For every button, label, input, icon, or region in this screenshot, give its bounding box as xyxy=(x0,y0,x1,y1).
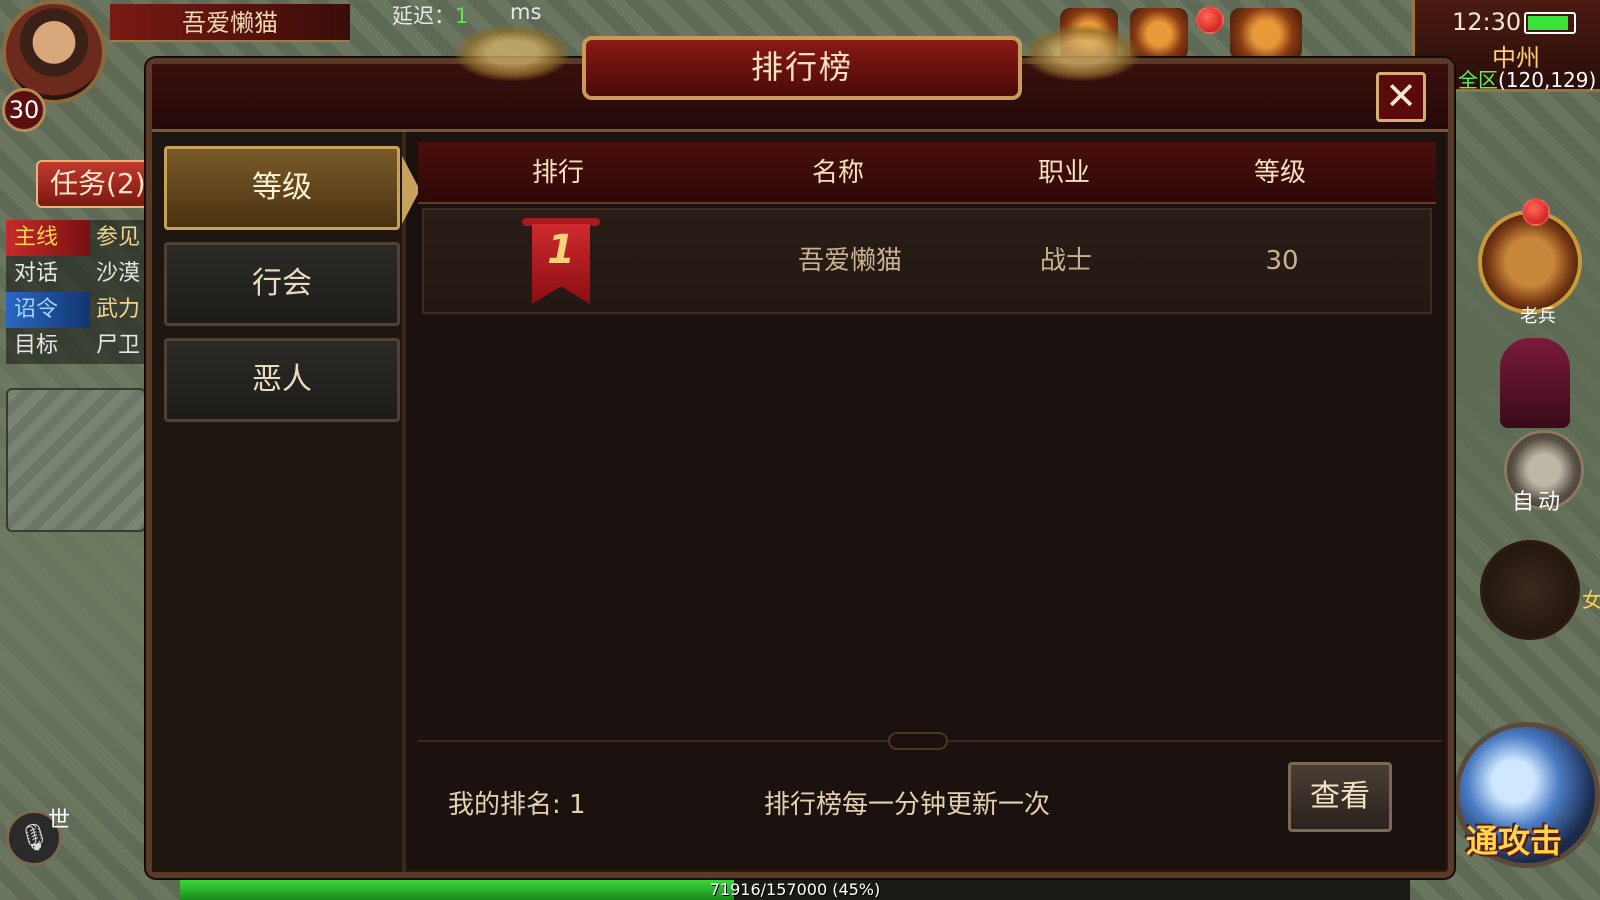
task-button[interactable]: 任务(2) xyxy=(36,160,148,208)
player-level-cell: 30 xyxy=(1265,246,1299,276)
veteran-box-label: 老兵 xyxy=(1520,306,1556,327)
tab-villain[interactable]: 恶人 xyxy=(164,338,400,422)
task-tag: 对话 xyxy=(6,256,90,292)
column-name: 名称 xyxy=(811,158,864,188)
rank-ribbon-icon: 1 xyxy=(522,218,600,304)
view-button[interactable]: 查看 xyxy=(1288,762,1392,832)
table-row[interactable]: 1 吾爱懒猫 战士 30 xyxy=(422,208,1432,314)
task-text: 尸卫 xyxy=(90,328,146,364)
task-row[interactable]: 对话 沙漠 xyxy=(6,256,146,292)
task-row[interactable]: 诏令 武力 xyxy=(6,292,146,328)
skill-side-text: 女 xyxy=(1582,588,1600,612)
experience-bar: 71916/157000 (45%) xyxy=(180,878,1410,900)
column-class: 职业 xyxy=(1037,158,1090,188)
coordinates-area: 全区 xyxy=(1458,68,1498,92)
player-name-cell: 吾爱懒猫 xyxy=(797,246,902,276)
task-text: 沙漠 xyxy=(90,256,146,292)
player-name: 吾爱懒猫 xyxy=(110,4,350,42)
chat-channel-label: 世 xyxy=(48,808,71,833)
dragon-ornament-icon xyxy=(452,24,572,82)
tab-guild[interactable]: 行会 xyxy=(164,242,400,326)
tab-level[interactable]: 等级 xyxy=(164,146,400,230)
task-text: 武力 xyxy=(90,292,146,328)
player-level-badge: 30 xyxy=(2,88,46,132)
ranking-table: 排行 名称 职业 等级 1 吾爱懒猫 战士 30 xyxy=(418,132,1436,740)
footer: 我的排名: 1 排行榜每一分钟更新一次 查看 xyxy=(418,754,1436,864)
close-icon: ✕ xyxy=(1385,74,1417,118)
battery-icon xyxy=(1524,12,1576,34)
category-sidebar: 等级 行会 恶人 xyxy=(152,132,406,872)
update-note: 排行榜每一分钟更新一次 xyxy=(764,790,1051,820)
column-rank: 排行 xyxy=(531,158,584,188)
task-tag: 诏令 xyxy=(6,292,90,328)
experience-text: 71916/157000 (45%) xyxy=(709,880,881,899)
task-tag: 主线 xyxy=(6,220,90,256)
player-class-cell: 战士 xyxy=(1039,246,1092,276)
skill-slot[interactable] xyxy=(1480,540,1580,640)
left-panel-minimap[interactable] xyxy=(6,388,146,532)
task-text: 参见 xyxy=(90,220,146,256)
my-rank-text: 我的排名: 1 xyxy=(448,790,586,820)
task-tracker[interactable]: 主线 参见 对话 沙漠 诏令 武力 目标 尸卫 xyxy=(6,220,146,364)
attack-label: 通攻击 xyxy=(1466,822,1563,860)
latency-label: 延迟： xyxy=(392,4,455,28)
table-header: 排行 名称 职业 等级 xyxy=(418,142,1436,204)
column-level: 等级 xyxy=(1253,158,1306,188)
task-row[interactable]: 主线 参见 xyxy=(6,220,146,256)
notification-dot-icon xyxy=(1522,198,1550,226)
rank-number: 1 xyxy=(547,227,575,273)
divider-ornament-icon xyxy=(888,732,948,750)
clock: 12:30 xyxy=(1452,8,1522,36)
coordinates-value: (120,129) xyxy=(1498,68,1597,92)
dragon-ornament-icon xyxy=(1022,24,1142,82)
latency-unit: ms xyxy=(510,0,542,24)
auto-battle-label: 自动 xyxy=(1512,490,1565,515)
coordinates: 全区(120,129) xyxy=(1458,64,1596,93)
task-row[interactable]: 目标 尸卫 xyxy=(6,328,146,364)
modal-title: 排行榜 xyxy=(582,36,1022,100)
npc-character[interactable] xyxy=(1500,338,1570,428)
battery-level xyxy=(1528,16,1568,30)
leaderboard-modal: 排行榜 ✕ 等级 行会 恶人 排行 名称 职业 等级 1 吾爱懒猫 战士 30 … xyxy=(146,24,1454,878)
treasure-icon[interactable] xyxy=(1230,8,1302,60)
task-tag: 目标 xyxy=(6,328,90,364)
close-button[interactable]: ✕ xyxy=(1376,72,1426,122)
notification-dot-icon xyxy=(1196,6,1224,34)
veteran-box-button[interactable] xyxy=(1478,210,1582,314)
